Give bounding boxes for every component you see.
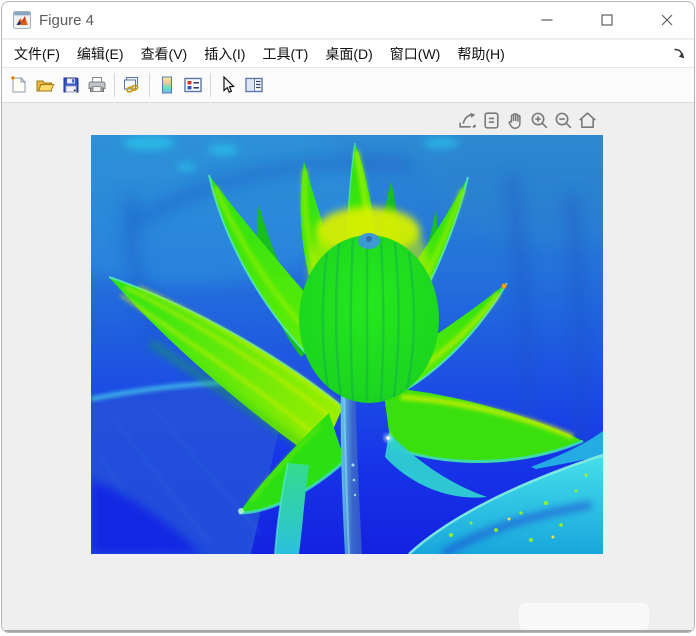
insert-colorbar-icon [162,76,172,94]
menu-item-file[interactable]: 文件(F) [12,41,62,67]
print-figure-icon [88,77,106,92]
datatip-icon [483,111,499,129]
title-bar: Figure 4 [2,2,694,39]
pan-icon [508,112,521,129]
maximize-button[interactable] [592,5,622,35]
toolbar-separator [114,73,115,97]
pan-button[interactable] [503,108,527,132]
property-inspector-button[interactable] [241,72,267,98]
datatip-button[interactable] [479,108,503,132]
zoom-out-icon [555,112,571,128]
figure-image-lotus[interactable] [91,135,603,554]
menu-item-edit[interactable]: 编辑(E) [75,41,126,67]
menu-item-tools[interactable]: 工具(T) [260,41,310,67]
menu-item-insert[interactable]: 插入(I) [202,41,247,67]
insert-colorbar-button[interactable] [154,72,180,98]
export-icon [458,112,475,128]
window-title: Figure 4 [39,11,95,29]
menu-item-view[interactable]: 查看(V) [139,41,190,67]
edit-plot-icon [223,75,235,94]
close-button[interactable] [652,5,682,35]
window-bottom-edge [2,630,694,632]
minimize-button[interactable] [532,5,562,35]
axes-toolbar [455,108,599,132]
watermark-ghost [519,603,649,630]
save-figure-button[interactable] [58,72,84,98]
property-inspector-icon [245,77,263,93]
restore-view-button[interactable] [575,108,599,132]
new-figure-button[interactable] [6,72,32,98]
toolbar-separator [210,73,211,97]
save-figure-icon [63,77,79,93]
restore-view-icon [578,111,596,128]
window-controls [502,5,694,35]
zoom-in-button[interactable] [527,108,551,132]
open-file-icon [36,80,55,92]
new-figure-icon [11,76,27,93]
dock-figure-button[interactable] [670,46,686,62]
link-plot-icon [124,77,139,93]
menu-item-window[interactable]: 窗口(W) [388,41,443,67]
lotus-false-color-image [91,135,603,554]
figure-content-area [2,104,694,632]
close-icon [661,14,673,26]
zoom-in-icon [531,112,547,128]
print-figure-button[interactable] [84,72,110,98]
insert-legend-icon [184,77,202,93]
screenshot-stage: Figure 4 文件(F) 编辑(E) 查看(V) 插入(I) 工具(T) 桌… [0,0,696,636]
menu-bar: 文件(F) 编辑(E) 查看(V) 插入(I) 工具(T) 桌面(D) 窗口(W… [2,40,694,67]
menu-item-desktop[interactable]: 桌面(D) [323,41,374,67]
link-plot-button[interactable] [119,72,145,98]
edit-plot-button[interactable] [215,72,241,98]
open-file-button[interactable] [32,72,58,98]
maximize-icon [601,14,613,26]
toolbar-separator [149,73,150,97]
insert-legend-button[interactable] [180,72,206,98]
dock-arrow-icon [673,48,684,59]
figure-window: Figure 4 文件(F) 编辑(E) 查看(V) 插入(I) 工具(T) 桌… [1,1,695,633]
menu-item-help[interactable]: 帮助(H) [455,41,506,67]
zoom-out-button[interactable] [551,108,575,132]
minimize-icon [541,19,553,21]
export-button[interactable] [455,108,479,132]
matlab-figure-icon [13,11,31,29]
figure-toolbar [2,67,694,103]
